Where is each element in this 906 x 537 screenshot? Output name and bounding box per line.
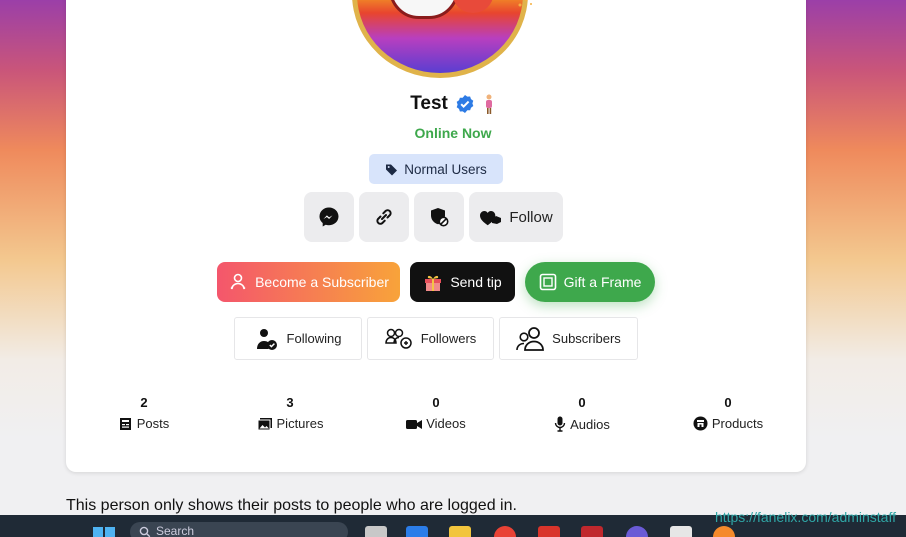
tab-followers-label: Followers	[420, 331, 477, 346]
message-button[interactable]	[304, 192, 354, 242]
windows-start-icon[interactable]	[93, 527, 115, 537]
shop-icon	[693, 416, 708, 431]
tab-followers[interactable]: Followers	[367, 317, 494, 360]
stat-posts-count: 2	[140, 395, 148, 410]
users-icon	[516, 326, 545, 351]
taskbar-app-icon[interactable]	[406, 526, 428, 537]
follow-button[interactable]: Follow	[469, 192, 563, 242]
firefox-icon[interactable]	[713, 526, 735, 537]
stat-posts-label: Posts	[136, 416, 170, 431]
shield-block-icon	[431, 208, 449, 227]
stat-videos-count: 0	[432, 395, 440, 410]
microphone-icon	[554, 416, 566, 432]
image-icon	[257, 417, 272, 430]
sparkle-icon	[518, 0, 532, 7]
taskbar-search-placeholder: Search	[156, 524, 195, 537]
frame-icon	[539, 273, 556, 291]
taskbar-search-input[interactable]: Search	[130, 522, 348, 537]
stat-videos[interactable]: 0 Videos	[376, 395, 496, 431]
become-subscriber-button[interactable]: Become a Subscriber	[217, 262, 400, 302]
avatar-lips	[453, 0, 493, 13]
tag-icon	[386, 164, 398, 175]
taskbar-app-icon[interactable]	[670, 526, 692, 537]
stat-pictures-label: Pictures	[276, 416, 324, 431]
stat-products-label: Products	[711, 416, 764, 431]
gift-frame-button[interactable]: Gift a Frame	[525, 262, 655, 302]
tab-subscribers[interactable]: Subscribers	[499, 317, 638, 360]
stat-audios-label: Audios	[570, 416, 610, 432]
user-stars-icon	[230, 273, 246, 290]
newspaper-icon	[119, 417, 131, 430]
taskbar-app-icon[interactable]	[626, 526, 648, 537]
tab-subscribers-label: Subscribers	[552, 331, 621, 346]
heart-handshake-icon	[480, 211, 502, 226]
stat-pictures[interactable]: 3 Pictures	[230, 395, 350, 431]
stat-posts[interactable]: 2 Posts	[84, 395, 204, 431]
gift-frame-label: Gift a Frame	[563, 274, 642, 290]
block-user-button[interactable]	[414, 192, 464, 242]
follow-label: Follow	[509, 208, 553, 226]
login-notice: This person only shows their posts to pe…	[66, 497, 517, 514]
stat-pictures-count: 3	[286, 395, 294, 410]
messenger-icon	[319, 207, 339, 227]
gift-box-icon	[425, 275, 442, 291]
search-icon	[139, 526, 151, 537]
person-figure-icon	[485, 94, 492, 114]
taskbar-app-icon[interactable]	[538, 526, 560, 537]
taskbar-app-icon[interactable]	[581, 526, 603, 537]
link-icon	[376, 209, 392, 225]
stat-audios[interactable]: 0 Audios	[522, 395, 642, 432]
stat-products-count: 0	[724, 395, 732, 410]
role-badge: Normal Users	[369, 154, 503, 184]
role-badge-label: Normal Users	[404, 161, 487, 177]
send-tip-button[interactable]: Send tip	[410, 262, 515, 302]
site-watermark: https://fanelix.com/adminstaff	[714, 509, 896, 525]
copy-link-button[interactable]	[359, 192, 409, 242]
avatar-teeth	[389, 0, 459, 19]
tab-following[interactable]: Following	[234, 317, 362, 360]
chrome-icon[interactable]	[494, 526, 516, 537]
folder-icon[interactable]	[449, 526, 471, 537]
taskbar-app-icon[interactable]	[365, 526, 387, 537]
video-camera-icon	[406, 419, 423, 429]
stat-audios-count: 0	[578, 395, 586, 410]
users-group-icon	[384, 328, 412, 349]
profile-name-row: Test	[0, 93, 906, 115]
become-subscriber-label: Become a Subscriber	[255, 274, 389, 290]
tab-following-label: Following	[286, 331, 342, 346]
profile-name: Test	[410, 93, 448, 114]
online-status: Online Now	[414, 125, 492, 141]
send-tip-label: Send tip	[450, 274, 502, 290]
user-check-icon	[256, 328, 277, 350]
stat-products[interactable]: 0 Products	[668, 395, 788, 431]
verified-badge-icon	[457, 95, 474, 113]
stat-videos-label: Videos	[426, 416, 466, 431]
